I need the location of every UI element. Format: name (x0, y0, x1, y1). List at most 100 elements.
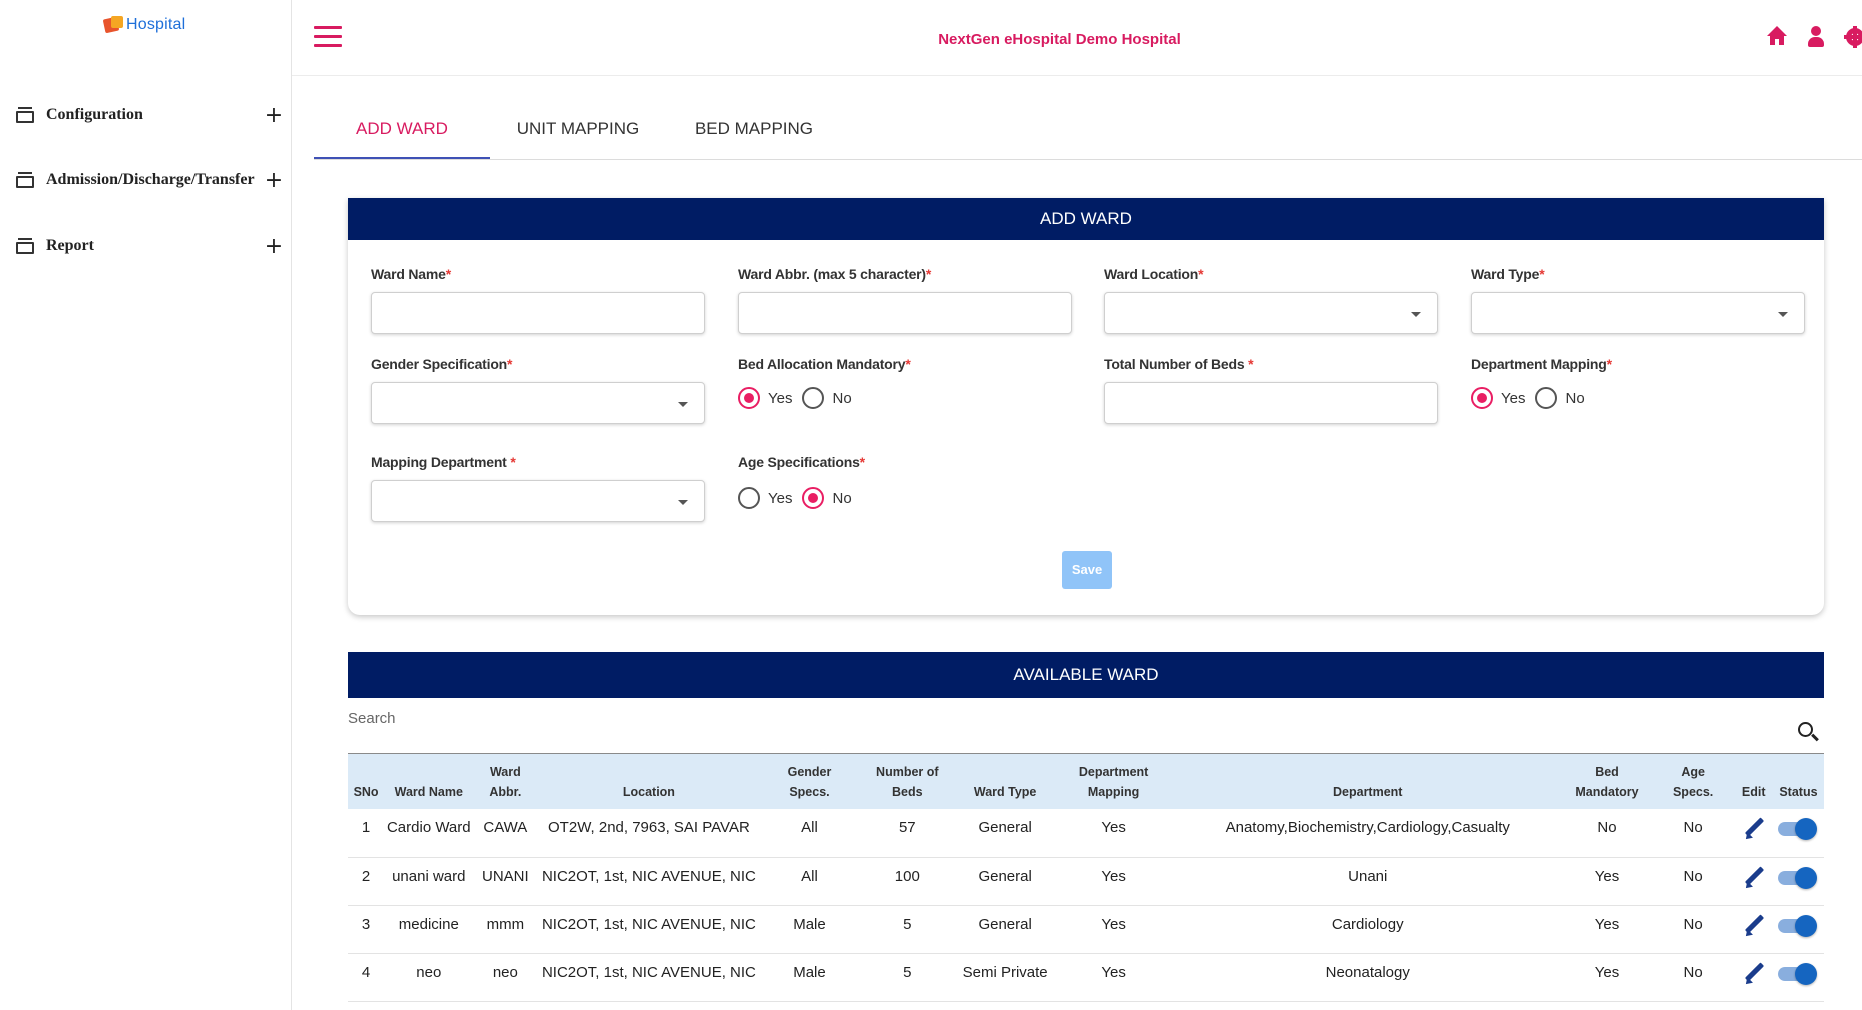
required-mark: * (859, 454, 865, 470)
edit-icon[interactable] (1742, 961, 1765, 987)
col-department: Department (1333, 785, 1403, 799)
cell-sno: 2 (348, 857, 385, 906)
logo-text: Hospital (126, 16, 186, 33)
radio-label: No (832, 489, 852, 507)
required-mark: * (1248, 356, 1254, 372)
col-ward-name: Ward Name (394, 785, 463, 799)
cell-sno: 1 (348, 809, 385, 858)
edit-icon[interactable] (1742, 865, 1765, 891)
tab-bed-mapping[interactable]: BED MAPPING (666, 100, 842, 159)
cell-location: NIC2OT, 1st, NIC AVENUE, NIC (537, 905, 761, 954)
search-input[interactable]: Search (348, 710, 396, 727)
mapping-dept-select[interactable] (371, 480, 705, 522)
sidebar-item-label: Admission/Discharge/Transfer (46, 171, 255, 188)
expand-icon[interactable]: + (262, 103, 286, 128)
total-beds-input[interactable] (1104, 382, 1438, 424)
ward-name-input[interactable] (371, 292, 705, 334)
sidebar-item-configuration[interactable]: Configuration + (16, 100, 290, 130)
cell-beds: 57 (858, 809, 957, 858)
cell-gender: Male (760, 953, 859, 1002)
cell-ward-name: neo (384, 953, 474, 1002)
ward-location-select[interactable] (1104, 292, 1438, 334)
cell-ward-name: Cardio Ward (384, 809, 474, 858)
section-title: AVAILABLE WARD (348, 652, 1824, 698)
gear-icon[interactable] (1844, 26, 1862, 48)
cell-gender: All (760, 857, 859, 906)
gender-spec-field: Gender Specification* (371, 356, 705, 424)
ward-abbr-input[interactable] (738, 292, 1072, 334)
cell-age-specs: No (1651, 953, 1735, 1002)
age-spec-no-radio[interactable] (802, 487, 825, 509)
logo-icon (102, 14, 126, 36)
app-logo[interactable]: Hospital (102, 12, 186, 38)
available-ward-section: AVAILABLE WARD Search SNo Ward Name Ward… (348, 652, 1824, 1002)
tab-add-ward[interactable]: ADD WARD (314, 100, 490, 159)
cell-ward-name: medicine (384, 905, 474, 954)
bed-allocation-yes-radio[interactable] (738, 387, 760, 409)
cell-dept-mapping: Yes (1054, 953, 1174, 1002)
home-icon[interactable] (1766, 26, 1788, 48)
cell-age-specs: No (1651, 809, 1735, 858)
cell-bed-mandatory: Yes (1562, 905, 1652, 954)
status-toggle[interactable] (1778, 817, 1818, 840)
cell-department: Cardiology (1173, 905, 1563, 954)
sidebar-item-label: Report (46, 237, 94, 254)
dept-mapping-field: Department Mapping* Yes No (1471, 356, 1805, 410)
radio-label: No (1565, 389, 1585, 407)
cell-location: NIC2OT, 1st, NIC AVENUE, NIC (537, 857, 761, 906)
field-label: Total Number of Beds (1104, 356, 1249, 372)
expand-icon[interactable]: + (262, 234, 286, 259)
cell-bed-mandatory: Yes (1562, 953, 1652, 1002)
save-button[interactable]: Save (1062, 551, 1112, 589)
cell-dept-mapping: Yes (1054, 809, 1174, 858)
cell-beds: 5 (858, 905, 957, 954)
sidebar-item-admission[interactable]: Admission/Discharge/Transfer + (16, 165, 290, 195)
age-spec-field: Age Specifications* Yes No (738, 454, 1072, 510)
field-label: Ward Type (1471, 266, 1540, 282)
cell-status (1772, 905, 1824, 954)
field-label: Mapping Department (371, 454, 511, 470)
top-bar: NextGen eHospital Demo Hospital (292, 0, 1862, 76)
col-location: Location (622, 785, 675, 799)
cell-status (1772, 809, 1824, 858)
dept-mapping-yes-radio[interactable] (1471, 387, 1493, 409)
mapping-dept-field: Mapping Department * (371, 454, 705, 522)
radio-label: Yes (768, 389, 793, 407)
dept-mapping-no-radio[interactable] (1535, 387, 1558, 409)
col-number-of-beds: Number of Beds (876, 765, 939, 799)
field-label: Ward Name (371, 266, 446, 282)
sidebar-item-report[interactable]: Report + (16, 231, 290, 261)
cell-beds: 5 (858, 953, 957, 1002)
table-row: 3 medicine mmm NIC2OT, 1st, NIC AVENUE, NIC… (348, 905, 1824, 954)
cell-status (1772, 953, 1824, 1002)
search-icon[interactable] (1798, 722, 1820, 744)
cell-ward-type: General (956, 857, 1055, 906)
user-icon[interactable] (1805, 26, 1827, 48)
expand-icon[interactable]: + (262, 168, 286, 193)
field-label: Age Specifications (738, 454, 860, 470)
status-toggle[interactable] (1778, 914, 1818, 937)
required-mark: * (1198, 266, 1204, 282)
ward-location-field: Ward Location* (1104, 266, 1438, 334)
search-bar[interactable]: Search (348, 698, 1824, 754)
gender-spec-select[interactable] (371, 382, 705, 424)
cell-ward-type: Semi Private (956, 953, 1055, 1002)
bed-allocation-no-radio[interactable] (802, 387, 825, 409)
ward-type-field: Ward Type* (1471, 266, 1805, 334)
chevron-down-icon (1778, 312, 1788, 317)
status-toggle[interactable] (1778, 866, 1818, 889)
table-header: SNo Ward Name Ward Abbr. Location Gender S… (348, 754, 1824, 809)
age-spec-yes-radio[interactable] (738, 487, 760, 509)
required-mark: * (925, 266, 932, 282)
edit-icon[interactable] (1742, 817, 1765, 842)
field-label: Bed Allocation Mandatory (738, 356, 906, 372)
table-row: 4 neo neo NIC2OT, 1st, NIC AVENUE, NIC Male 5… (348, 953, 1824, 1002)
tab-unit-mapping[interactable]: UNIT MAPPING (490, 100, 666, 159)
tab-bar: ADD WARD UNIT MAPPING BED MAPPING (314, 100, 1862, 160)
edit-icon[interactable] (1742, 913, 1765, 939)
status-toggle[interactable] (1778, 962, 1818, 985)
cell-edit (1734, 809, 1773, 858)
required-mark: * (445, 266, 451, 282)
table-row: 2 unani ward UNANI NIC2OT, 1st, NIC AVENUE,… (348, 857, 1824, 906)
ward-type-select[interactable] (1471, 292, 1805, 334)
